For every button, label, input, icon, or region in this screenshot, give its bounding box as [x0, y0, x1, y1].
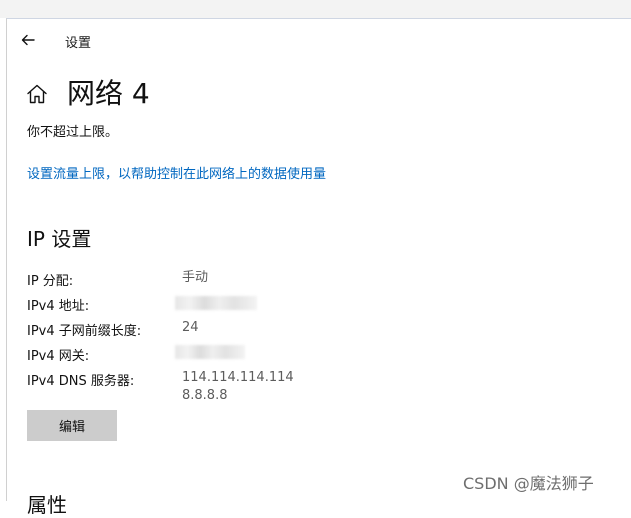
edit-ip-button[interactable]: 编辑	[27, 410, 117, 441]
ipv4-prefix-value: 24	[182, 320, 199, 335]
properties-heading: 属性	[27, 493, 67, 517]
back-button[interactable]	[17, 29, 39, 51]
desktop-background-strip	[0, 0, 631, 18]
window-title: 设置	[65, 36, 92, 51]
home-icon[interactable]	[25, 82, 49, 106]
ipv4-dns-primary: 114.114.114.114	[182, 370, 294, 385]
csdn-watermark: CSDN @魔法狮子	[463, 474, 594, 493]
settings-window: 设置 网络 4 你不超过上限。 设置流量上限，以帮助控制在此网络上的数据使用量 …	[6, 18, 631, 517]
set-data-limit-link[interactable]: 设置流量上限，以帮助控制在此网络上的数据使用量	[27, 163, 326, 182]
ipv4-address-redacted	[175, 296, 257, 310]
ipv4-prefix-label: IPv4 子网前缀长度:	[27, 324, 142, 339]
ip-settings-heading: IP 设置	[27, 227, 92, 251]
back-arrow-icon	[21, 34, 35, 46]
ipv4-address-label: IPv4 地址:	[27, 299, 90, 314]
ipv4-gateway-label: IPv4 网关:	[27, 349, 90, 364]
ipv4-dns-secondary: 8.8.8.8	[182, 388, 228, 403]
ipv4-gateway-redacted	[175, 345, 245, 359]
data-limit-status: 你不超过上限。	[27, 125, 119, 140]
ip-assignment-label: IP 分配:	[27, 274, 74, 289]
page-title: 网络 4	[67, 77, 150, 110]
ip-assignment-value: 手动	[182, 270, 209, 285]
ipv4-dns-label: IPv4 DNS 服务器:	[27, 374, 135, 389]
